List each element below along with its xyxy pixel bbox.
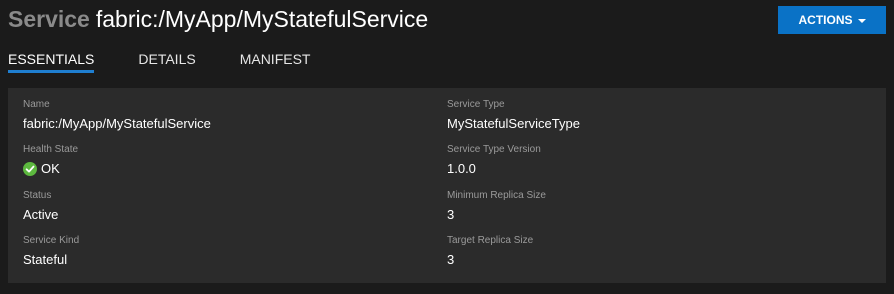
field-name-label: Name <box>23 99 50 110</box>
field-status-label: Status <box>23 190 52 201</box>
field-name-value: fabric:/MyApp/MyStatefulService <box>23 116 211 131</box>
tab-manifest[interactable]: MANIFEST <box>240 50 311 74</box>
field-target-replica-size-label: Target Replica Size <box>447 235 534 246</box>
caret-down-icon <box>857 18 866 23</box>
field-service-type-label: Service Type <box>447 99 505 110</box>
field-service-type: Service Type MyStatefulServiceType <box>447 98 580 132</box>
field-service-type-version: Service Type Version 1.0.0 <box>447 143 541 177</box>
field-target-replica-size: Target Replica Size 3 <box>447 234 533 268</box>
field-service-kind-value: Stateful <box>23 252 68 267</box>
field-min-replica-size-label: Minimum Replica Size <box>447 190 546 201</box>
essentials-panel: Name fabric:/MyApp/MyStatefulService Hea… <box>8 88 886 283</box>
field-health-state-label: Health State <box>23 144 79 155</box>
field-status: Status Active <box>23 189 58 223</box>
tab-details[interactable]: DETAILS <box>138 50 195 74</box>
field-service-type-version-value: 1.0.0 <box>447 161 476 176</box>
field-min-replica-size-value: 3 <box>447 207 455 222</box>
page-header: Service fabric:/MyApp/MyStatefulService <box>8 6 428 36</box>
actions-button-label: ACTIONS <box>798 13 853 27</box>
field-status-value: Active <box>23 207 59 222</box>
tab-essentials[interactable]: ESSENTIALS <box>8 50 95 74</box>
ok-icon <box>23 162 37 176</box>
field-health-state-value: OK <box>23 161 78 177</box>
field-service-type-version-label: Service Type Version <box>447 144 541 155</box>
field-name: Name fabric:/MyApp/MyStatefulService <box>23 98 211 132</box>
entity-kind-label: Service <box>8 6 90 32</box>
field-target-replica-size-value: 3 <box>447 252 455 267</box>
field-service-type-value: MyStatefulServiceType <box>447 116 580 131</box>
actions-button[interactable]: ACTIONS <box>778 6 886 34</box>
field-service-kind-label: Service Kind <box>23 235 80 246</box>
page-title: fabric:/MyApp/MyStatefulService <box>95 6 429 32</box>
field-min-replica-size: Minimum Replica Size 3 <box>447 189 546 223</box>
field-health-state: Health State OK <box>23 143 78 177</box>
health-state-text: OK <box>41 161 60 176</box>
tab-bar: ESSENTIALS DETAILS MANIFEST <box>8 50 354 76</box>
field-service-kind: Service Kind Stateful <box>23 234 79 268</box>
